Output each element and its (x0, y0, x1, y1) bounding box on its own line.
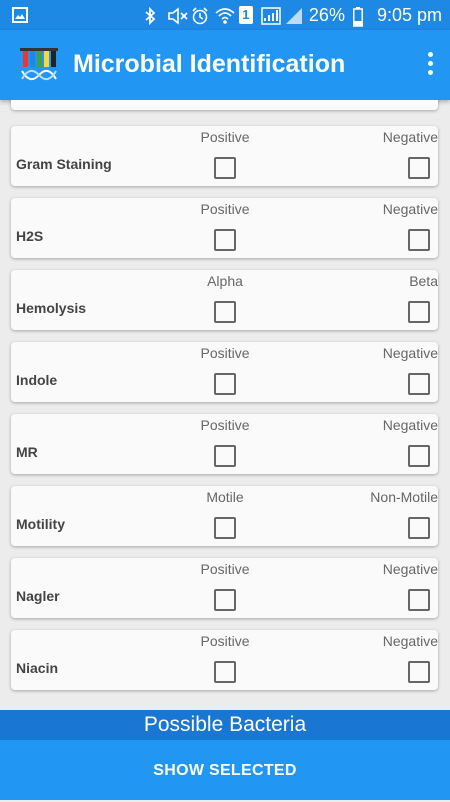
wifi-icon (215, 7, 235, 24)
test-card-nagler: Positive Negative Nagler (11, 558, 438, 618)
image-icon (12, 7, 28, 28)
option-b-checkbox[interactable] (408, 517, 430, 539)
option-b-label: Negative (382, 129, 438, 145)
option-a-label: Positive (200, 345, 250, 361)
signal-icon (285, 7, 302, 24)
app-title: Microbial Identification (73, 50, 346, 78)
option-b-checkbox[interactable] (408, 301, 430, 323)
test-label: Nagler (16, 588, 60, 604)
option-b-checkbox[interactable] (408, 589, 430, 611)
option-a-label: Positive (200, 129, 250, 145)
bluetooth-icon (143, 6, 159, 26)
test-card-gram-staining: Positive Negative Gram Staining (11, 126, 438, 186)
test-label: Niacin (16, 660, 59, 676)
test-card-niacin: Positive Negative Niacin (11, 630, 438, 690)
test-card-h2s: Positive Negative H2S (11, 198, 438, 258)
option-b-checkbox[interactable] (408, 229, 430, 251)
test-label: Gram Staining (16, 156, 112, 172)
mute-icon (167, 7, 188, 25)
test-tubes-dna-icon (18, 45, 60, 85)
option-a-label: Motile (206, 489, 244, 505)
test-label: H2S (16, 228, 44, 244)
option-a-checkbox[interactable] (214, 589, 236, 611)
option-a-checkbox[interactable] (214, 517, 236, 539)
option-a-checkbox[interactable] (214, 301, 236, 323)
option-b-label: Beta (409, 273, 438, 289)
option-a-label: Alpha (207, 273, 243, 289)
option-b-label: Negative (382, 417, 438, 433)
option-a-label: Positive (200, 561, 250, 577)
option-a-checkbox[interactable] (214, 373, 236, 395)
option-a-checkbox[interactable] (214, 229, 236, 251)
option-b-checkbox[interactable] (408, 445, 430, 467)
test-label: Indole (16, 372, 58, 388)
option-a-checkbox[interactable] (214, 661, 236, 683)
option-a-checkbox[interactable] (214, 157, 236, 179)
option-a-checkbox[interactable] (214, 445, 236, 467)
option-b-checkbox[interactable] (408, 373, 430, 395)
status-bar: 1 26% 9:05 pm (0, 0, 450, 30)
option-b-label: Negative (382, 345, 438, 361)
signal-icon (261, 7, 281, 25)
alarm-icon (191, 7, 208, 25)
test-label: MR (16, 444, 38, 460)
option-b-checkbox[interactable] (408, 157, 430, 179)
option-b-label: Negative (382, 201, 438, 217)
test-card-indole: Positive Negative Indole (11, 342, 438, 402)
test-card-mr: Positive Negative MR (11, 414, 438, 474)
option-b-label: Non-Motile (370, 489, 438, 505)
option-a-label: Positive (200, 633, 250, 649)
option-b-label: Negative (382, 561, 438, 577)
option-a-label: Positive (200, 201, 250, 217)
possible-bacteria-header: Possible Bacteria (0, 710, 450, 740)
test-card-motility: Motile Non-Motile Motility (11, 486, 438, 546)
test-card-hemolysis: Alpha Beta Hemolysis (11, 270, 438, 330)
test-list[interactable]: Positive Negative Gram Staining Positive… (0, 100, 450, 710)
show-selected-button[interactable]: SHOW SELECTED (0, 740, 450, 800)
option-b-label: Negative (382, 633, 438, 649)
test-label: Motility (16, 516, 65, 532)
battery-icon (352, 7, 369, 27)
list-item-partial (11, 100, 438, 110)
battery-percent: 26% (308, 4, 345, 25)
option-a-label: Positive (200, 417, 250, 433)
clock-time: 9:05 pm (376, 4, 442, 25)
test-label: Hemolysis (16, 300, 87, 316)
more-vert-icon[interactable] (426, 52, 434, 78)
option-b-checkbox[interactable] (408, 661, 430, 683)
sim-icon: 1 (238, 6, 253, 24)
app-bar: Microbial Identification (0, 30, 450, 100)
